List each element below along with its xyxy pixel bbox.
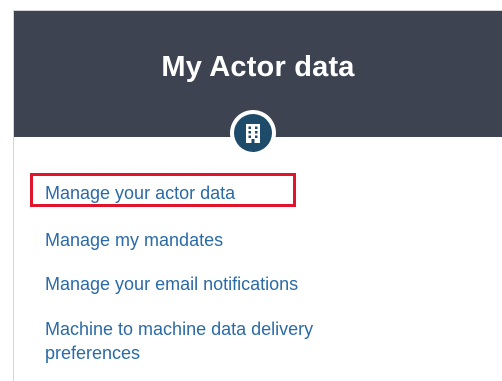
- top-margin: [0, 0, 502, 10]
- card-title: My Actor data: [161, 51, 355, 83]
- link-manage-email-notifications[interactable]: Manage your email notifications: [45, 272, 298, 296]
- building-icon: [234, 114, 272, 152]
- badge: [230, 110, 276, 156]
- link-machine-data-delivery[interactable]: Machine to machine data delivery prefere…: [45, 317, 375, 365]
- link-manage-actor-data[interactable]: Manage your actor data: [45, 181, 235, 205]
- link-manage-mandates[interactable]: Manage my mandates: [45, 228, 223, 252]
- actor-data-card: My Actor data Manage your actor data Man: [13, 10, 502, 381]
- page: My Actor data Manage your actor data Man: [0, 0, 502, 381]
